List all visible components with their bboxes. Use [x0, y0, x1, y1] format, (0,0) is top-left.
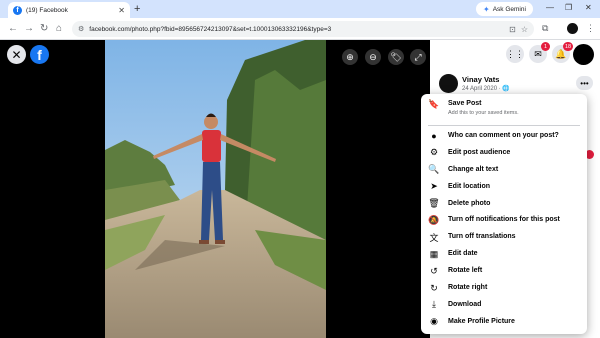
trash-icon: 🗑	[428, 198, 440, 209]
download-icon: ⤓	[432, 299, 436, 310]
install-app-icon[interactable]: ⊡	[509, 25, 516, 34]
menu-item[interactable]: ↺ Rotate left	[421, 265, 587, 282]
menu-item[interactable]: ➤ Edit location	[421, 181, 587, 198]
bookmark-star-icon[interactable]: ☆	[521, 25, 528, 34]
menu-item-label: Save Post	[448, 100, 482, 107]
facebook-top-bar: ⋮⋮ ✉ 1 🔔 18	[430, 40, 600, 68]
zoom-out-icon[interactable]: ⊖	[365, 49, 381, 65]
menu-item-label: Delete photo	[448, 199, 491, 207]
restore-window-icon[interactable]: ❐	[565, 3, 572, 12]
menu-item-label: Rotate left	[448, 267, 483, 275]
ask-gemini-button[interactable]: ✦ Ask Gemini	[476, 2, 533, 16]
post-options-button[interactable]: •••	[576, 76, 593, 90]
gemini-spark-icon: ✦	[483, 4, 490, 14]
facebook-favicon-icon: f	[13, 5, 22, 15]
calendar-icon: ▦	[429, 248, 439, 259]
menu-item-label: Change alt text	[448, 165, 499, 173]
url-text: facebook.com/photo.php?fbid=895656724213…	[89, 25, 332, 33]
reload-icon[interactable]: ↻	[40, 23, 48, 34]
account-avatar[interactable]	[573, 44, 594, 65]
browser-tab[interactable]: f (19) Facebook ✕	[8, 2, 130, 18]
translate-icon: 文	[429, 232, 439, 243]
author-name[interactable]: Vinay Vats	[462, 75, 499, 84]
menu-item[interactable]: ◉ Make Profile Picture	[421, 316, 587, 333]
menu-divider	[428, 125, 580, 126]
profile-picture-icon: ◉	[430, 316, 438, 327]
menu-item-save-post[interactable]: 🔖 Save Post Add this to your saved items…	[421, 98, 587, 123]
menu-item-label: Edit date	[448, 250, 478, 258]
menu-item[interactable]: ● Who can comment on your post?	[421, 130, 587, 147]
menu-item-sublabel: Add this to your saved items.	[448, 110, 519, 116]
notifications-badge: 18	[563, 42, 574, 51]
menu-item-label: Edit location	[448, 182, 490, 190]
post-date[interactable]: 24 April 2020 · 🌐	[462, 85, 510, 92]
magnifier-icon: 🔍	[428, 164, 440, 175]
menu-item[interactable]: ▦ Edit date	[421, 248, 587, 265]
bell-off-icon: 🔕	[428, 214, 440, 225]
address-bar[interactable]: ⚙ facebook.com/photo.php?fbid=8956567242…	[72, 21, 534, 37]
rotate-right-icon: ↻	[430, 282, 438, 293]
menu-item[interactable]: 🔍 Change alt text	[421, 164, 587, 181]
menu-item-label: Who can comment on your post?	[448, 132, 559, 139]
browser-tab-bar: f (19) Facebook ✕ + ✦ Ask Gemini — ❐ ✕	[0, 0, 600, 18]
menu-item-label: Edit post audience	[448, 148, 511, 156]
menu-item-label: Make Profile Picture	[448, 317, 515, 325]
browser-menu-icon[interactable]: ⋮	[586, 23, 595, 34]
back-arrow-icon[interactable]: ←	[8, 23, 18, 34]
menu-item-label: Download	[448, 300, 482, 308]
ask-gemini-label: Ask Gemini	[492, 5, 526, 13]
author-avatar[interactable]	[439, 74, 458, 93]
messenger-badge: 1	[541, 42, 550, 51]
tab-close-icon[interactable]: ✕	[118, 6, 125, 15]
forward-arrow-icon[interactable]: →	[24, 23, 34, 34]
site-info-icon[interactable]: ⚙	[78, 25, 84, 33]
comment-bubble-icon: ●	[431, 131, 437, 141]
gear-icon: ⚙	[429, 147, 439, 158]
zoom-in-icon[interactable]: ⊕	[342, 49, 358, 65]
new-tab-button[interactable]: +	[134, 3, 140, 15]
menu-list: ● Who can comment on your post? ⚙ Edit post…	[421, 130, 587, 333]
browser-profile-avatar[interactable]	[567, 23, 578, 34]
home-icon[interactable]: ⌂	[56, 23, 62, 34]
close-viewer-button[interactable]: ✕	[7, 45, 26, 64]
menu-item-label: Rotate right	[448, 284, 488, 292]
fullscreen-icon[interactable]: ⤢	[410, 49, 426, 65]
facebook-logo[interactable]: f	[30, 45, 49, 64]
menu-item[interactable]: ⚙ Edit post audience	[421, 147, 587, 164]
close-window-icon[interactable]: ✕	[585, 3, 592, 12]
menu-grid-icon[interactable]: ⋮⋮	[506, 45, 524, 63]
rotate-left-icon: ↺	[430, 265, 438, 276]
browser-toolbar: ← → ↻ ⌂ ⚙ facebook.com/photo.php?fbid=89…	[0, 18, 600, 40]
minimize-window-icon[interactable]: —	[546, 3, 554, 12]
post-photo	[105, 40, 326, 338]
tag-icon[interactable]: 🏷	[388, 49, 404, 65]
menu-item[interactable]: ⤓ Download	[421, 299, 587, 316]
extensions-icon[interactable]: ⧉	[542, 23, 548, 34]
location-arrow-icon: ➤	[430, 181, 438, 192]
menu-item-label: Turn off translations	[448, 233, 516, 241]
menu-item[interactable]: 🔕 Turn off notifications for this post	[421, 214, 587, 231]
menu-item[interactable]: 🗑 Delete photo	[421, 198, 587, 215]
menu-item[interactable]: ↻ Rotate right	[421, 282, 587, 299]
photo-viewer: ✕ f ⊕ ⊖ 🏷 ⤢	[0, 40, 430, 338]
tab-title: (19) Facebook	[26, 6, 68, 14]
menu-item-label: Turn off notifications for this post	[448, 216, 560, 224]
bookmark-icon: 🔖	[428, 98, 440, 109]
menu-item[interactable]: 文 Turn off translations	[421, 231, 587, 248]
post-options-menu: 🔖 Save Post Add this to your saved items…	[421, 94, 587, 334]
